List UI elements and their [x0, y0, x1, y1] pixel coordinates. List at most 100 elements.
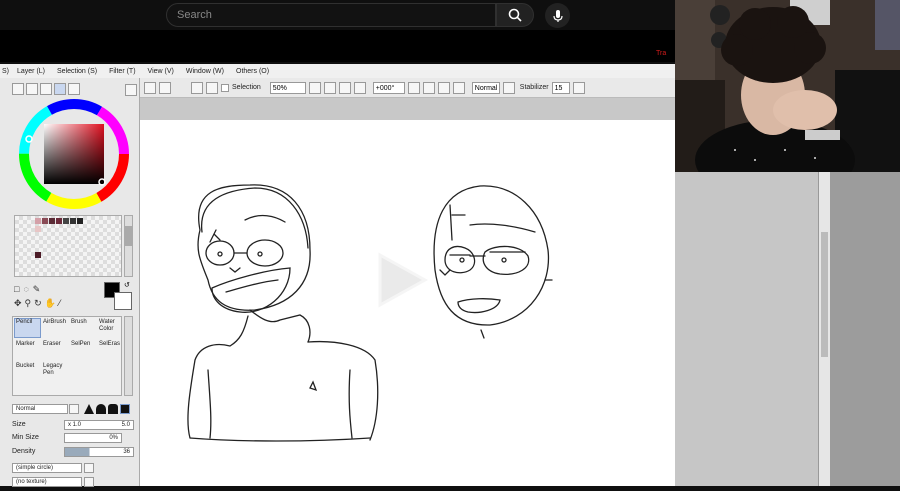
hsv-slider-tab[interactable]: [40, 83, 52, 95]
zoom-in-button[interactable]: [323, 81, 336, 94]
tool-color-label: Color: [99, 326, 114, 332]
lasso-icon[interactable]: ◌: [23, 284, 28, 295]
swatch-2[interactable]: [42, 218, 48, 224]
secondary-color-swatch[interactable]: [114, 292, 132, 310]
blend-mode-field[interactable]: Normal: [12, 404, 68, 414]
menu-view[interactable]: View (V): [142, 68, 180, 75]
min-size-field[interactable]: 0%: [64, 433, 122, 443]
color-wheel-tab[interactable]: [12, 83, 24, 95]
rgb-slider-tab[interactable]: [26, 83, 38, 95]
move-icon[interactable]: ✥: [14, 298, 22, 309]
zoom-icon[interactable]: ⚲: [25, 298, 32, 309]
tool-bucket-label[interactable]: Bucket: [16, 363, 34, 370]
swatch-1[interactable]: [35, 218, 41, 224]
rotate-right-button[interactable]: [422, 81, 435, 94]
stabilizer-label: Stabilizer: [519, 84, 549, 91]
vertical-scrollbar[interactable]: [818, 172, 830, 486]
zoom-out-button[interactable]: [308, 81, 321, 94]
drawing-canvas[interactable]: [140, 120, 675, 486]
brush-tool-grid: Pencil AirBrush Brush Water Color Marker…: [12, 316, 122, 396]
tool-eraser-label[interactable]: Eraser: [43, 341, 61, 348]
tool-brush-label[interactable]: Brush: [71, 319, 87, 326]
brush-shape-2[interactable]: [96, 404, 106, 414]
blend-mode-select[interactable]: Normal: [471, 81, 500, 94]
menu-others[interactable]: Others (O): [230, 68, 275, 75]
search-icon: [508, 8, 522, 22]
sketch-drawing: [187, 184, 553, 442]
swatch-grid[interactable]: [14, 215, 122, 277]
tool-selpen-label[interactable]: SelPen: [71, 341, 90, 348]
menu-bar: S) Layer (L) Selection (S) Filter (T) Vi…: [0, 64, 675, 78]
canvas-overflow: [675, 172, 818, 486]
swatch-6[interactable]: [70, 218, 76, 224]
scrollbar-thumb[interactable]: [821, 232, 828, 357]
brush-shape-dropdown[interactable]: [84, 463, 94, 473]
toolbar-button-3[interactable]: [191, 81, 203, 94]
stabilizer-dropdown-button[interactable]: [572, 81, 585, 94]
voice-search-button[interactable]: [545, 3, 570, 28]
rotate-icon[interactable]: ↻: [34, 298, 42, 309]
color-wheel[interactable]: [18, 98, 130, 210]
panel-scroll-button[interactable]: [125, 84, 137, 96]
selection-tools: □ ◌ ✎: [14, 284, 40, 295]
size-label: Size: [12, 421, 26, 428]
menu-layer[interactable]: Layer (L): [11, 68, 51, 75]
brush-shape-field[interactable]: (simple circle): [12, 463, 82, 473]
color-mode-tabs: [12, 83, 80, 95]
size-field[interactable]: x 1.0 5.0: [64, 420, 134, 430]
size-value: 5.0: [121, 422, 130, 428]
swatch-3[interactable]: [49, 218, 55, 224]
magic-wand-icon[interactable]: ✎: [33, 284, 41, 295]
toolbar-button-1[interactable]: [144, 81, 156, 94]
webcam-feed: [675, 0, 900, 172]
side-panel: [830, 172, 900, 486]
toolbar-button-2[interactable]: [159, 81, 171, 94]
selection-checkbox[interactable]: [221, 83, 229, 92]
swap-colors-icon[interactable]: ↺: [124, 281, 130, 289]
stabilizer-select[interactable]: 15: [551, 81, 570, 94]
tool-selerase-label[interactable]: SelEras: [99, 341, 120, 348]
search-button[interactable]: [496, 3, 534, 27]
webcam-image: [675, 0, 900, 172]
zoom-field[interactable]: 50%: [269, 81, 306, 94]
rotate-left-button[interactable]: [407, 81, 420, 94]
menu-s[interactable]: S): [0, 68, 11, 75]
brush-shape-1[interactable]: [84, 404, 94, 414]
tool-water-label[interactable]: Water: [99, 319, 115, 326]
brush-shape-3[interactable]: [108, 404, 118, 414]
hand-icon[interactable]: ✋: [45, 298, 56, 309]
brush-shape-4[interactable]: [120, 404, 130, 414]
brush-shape-selector: [84, 404, 130, 414]
flip-button[interactable]: [452, 81, 465, 94]
swatch-7[interactable]: [77, 218, 83, 224]
scratchpad-tab[interactable]: [68, 83, 80, 95]
zoom-reset-button[interactable]: [338, 81, 351, 94]
rotation-field[interactable]: +000°: [372, 81, 405, 94]
swatch-5[interactable]: [63, 218, 69, 224]
size-multiplier: x 1.0: [68, 422, 82, 428]
video-top-strip: Tra: [0, 30, 675, 62]
tool-grid-scrollbar[interactable]: [124, 316, 133, 396]
tool-marker-label[interactable]: Marker: [16, 341, 35, 348]
tool-legacy-label[interactable]: Legacy: [43, 363, 62, 370]
swatch-scrollbar[interactable]: [124, 215, 133, 277]
swatch-4[interactable]: [56, 218, 62, 224]
swatch-8[interactable]: [35, 226, 41, 232]
search-input[interactable]: Search: [166, 3, 496, 27]
density-field[interactable]: 36: [64, 447, 134, 457]
menu-filter[interactable]: Filter (T): [103, 68, 141, 75]
blend-dropdown-button[interactable]: [502, 81, 515, 94]
eyedropper-icon[interactable]: ⁄: [59, 298, 61, 309]
menu-selection[interactable]: Selection (S): [51, 68, 103, 75]
blend-mode-dropdown[interactable]: [69, 404, 79, 414]
rotate-reset-button[interactable]: [437, 81, 450, 94]
rect-select-icon[interactable]: □: [14, 284, 19, 295]
tool-airbrush-label[interactable]: AirBrush: [43, 319, 66, 326]
view-tools: ✥ ⚲ ↻ ✋ ⁄: [14, 298, 60, 309]
canvas-toolbar: Selection 50% +000° Normal Stabilizer 15: [140, 78, 675, 98]
swatches-tab[interactable]: [54, 83, 66, 95]
swatch-9[interactable]: [35, 252, 41, 258]
toolbar-button-4[interactable]: [206, 81, 218, 94]
zoom-fit-button[interactable]: [353, 81, 366, 94]
menu-window[interactable]: Window (W): [180, 68, 230, 75]
